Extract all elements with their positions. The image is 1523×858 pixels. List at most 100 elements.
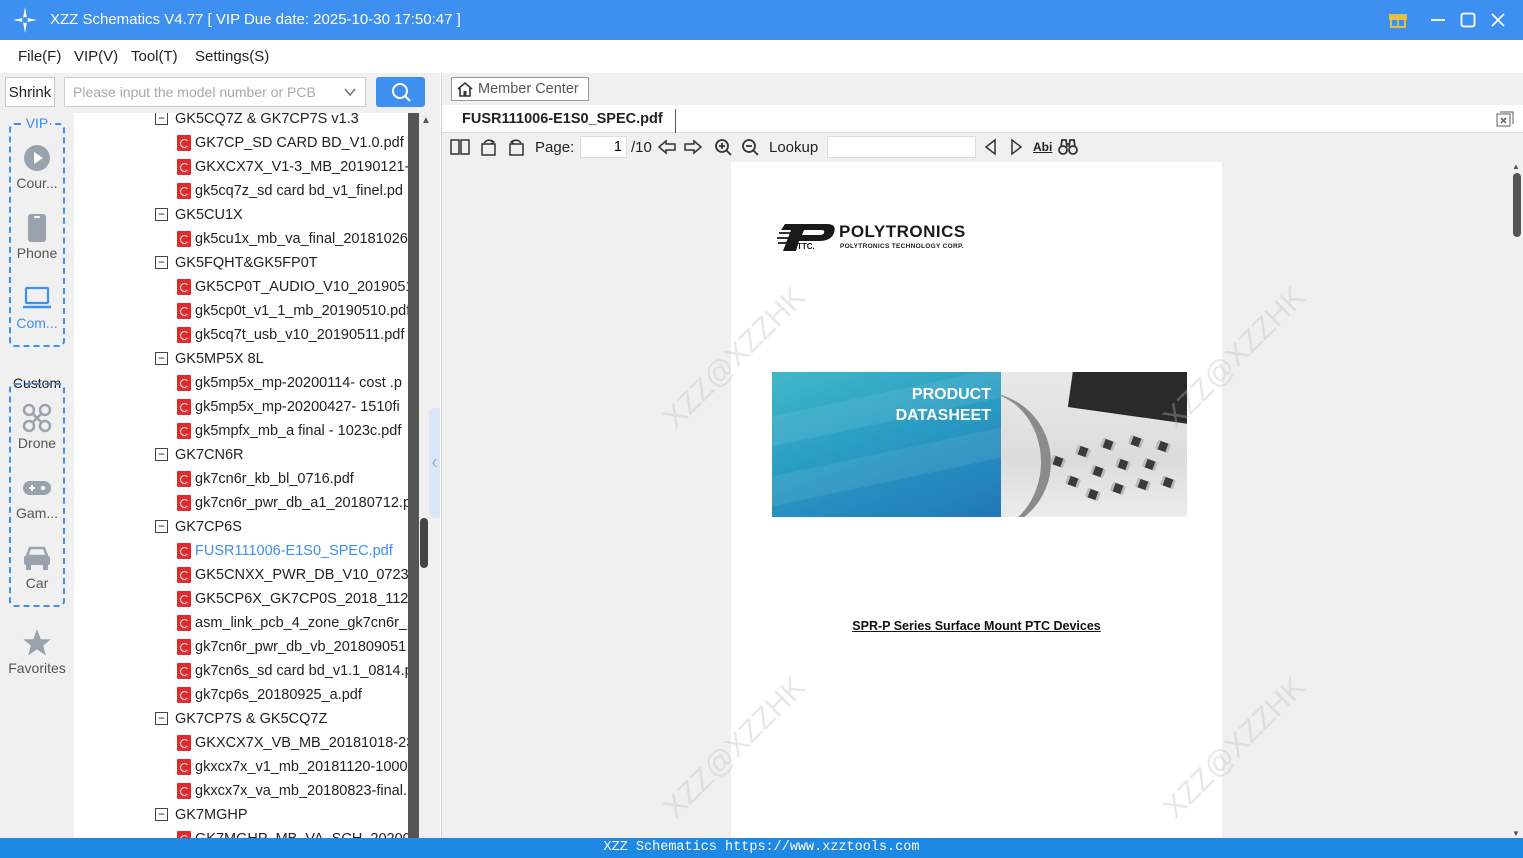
tree-file[interactable]: gk7cn6s_sd card bd_v1.1_0814.p — [74, 659, 408, 683]
rotate-left-icon[interactable] — [479, 138, 499, 156]
tree-file[interactable]: GK7CP_SD CARD BD_V1.0.pdf — [74, 131, 408, 155]
viewer-scrollbar[interactable]: ▲ ▼ — [1510, 161, 1523, 838]
tree-file[interactable]: GKXCX7X_VB_MB_20181018-230 — [74, 731, 408, 755]
maximize-button[interactable] — [1456, 8, 1480, 32]
close-tab-icon[interactable] — [1496, 111, 1514, 127]
binoculars-icon[interactable] — [1058, 138, 1078, 156]
tree-file[interactable]: gk5cu1x_mb_va_final_20181026 — [74, 227, 408, 251]
tree-file[interactable]: FUSR111006-E1S0_SPEC.pdf — [74, 539, 408, 563]
tree-file[interactable]: gk7cn6r_pwr_db_vb_201809051 — [74, 635, 408, 659]
page-number-input[interactable] — [580, 136, 627, 158]
tree-file-label: gkxcx7x_va_mb_20180823-final. — [195, 783, 407, 799]
category-car[interactable]: Car — [0, 543, 74, 591]
category-label: Favorites — [8, 660, 66, 676]
lookup-input[interactable] — [827, 136, 976, 158]
category-phone[interactable]: Phone — [0, 213, 74, 261]
tree-group[interactable]: − GK5CQ7Z & GK7CP7S v1.3 — [74, 113, 408, 131]
zoom-in-icon[interactable] — [714, 138, 734, 156]
viewer-scroll-thumb[interactable] — [1513, 173, 1521, 237]
tree-file[interactable]: GK5CNXX_PWR_DB_V10_0723_1 — [74, 563, 408, 587]
collapse-toggle-icon[interactable]: − — [155, 208, 168, 221]
close-button[interactable] — [1486, 8, 1510, 32]
tree-group[interactable]: − GK7MGHP — [74, 803, 408, 827]
document-tab[interactable]: FUSR111006-E1S0_SPEC.pdf — [450, 109, 676, 133]
scroll-down-icon[interactable]: ▼ — [1512, 829, 1520, 838]
gamepad-icon — [23, 481, 51, 495]
collapse-toggle-icon[interactable]: − — [155, 448, 168, 461]
scroll-up-icon[interactable]: ▲ — [421, 115, 431, 126]
category-label: Gam... — [15, 505, 58, 521]
category-game[interactable]: Gam... — [0, 473, 74, 521]
menu-file[interactable]: File(F) — [18, 48, 61, 65]
star-icon — [23, 629, 51, 656]
category-computer[interactable]: Com... — [0, 283, 74, 331]
tree-scroll-thumb[interactable] — [420, 518, 428, 568]
menu-settings[interactable]: Settings(S) — [195, 48, 269, 65]
zoom-out-icon[interactable] — [741, 138, 761, 156]
category-favorites[interactable]: Favorites — [0, 628, 74, 676]
collapse-toggle-icon[interactable]: − — [155, 808, 168, 821]
tree-file[interactable]: gk5cq7z_sd card bd_v1_finel.pd — [74, 179, 408, 203]
pdf-file-icon — [177, 375, 191, 391]
page-label: Page: — [535, 139, 575, 156]
tree-group[interactable]: − GK5MP5X 8L — [74, 347, 408, 371]
tree-file[interactable]: asm_link_pcb_4_zone_gk7cn6r_2 — [74, 611, 408, 635]
tree-file[interactable]: GK5CP0T_AUDIO_V10_20190514 — [74, 275, 408, 299]
tree-file[interactable]: gk7cp6s_20180925_a.pdf — [74, 683, 408, 707]
tree-file[interactable]: gk5mp5x_mp-20200427- 1510fi — [74, 395, 408, 419]
scroll-up-icon[interactable]: ▲ — [1512, 162, 1520, 171]
match-case-button[interactable]: Abi — [1033, 140, 1052, 154]
tree-file[interactable]: GKXCX7X_V1-3_MB_20190121-F — [74, 155, 408, 179]
tree-file[interactable]: gkxcx7x_va_mb_20180823-final. — [74, 779, 408, 803]
tree-file[interactable]: gkxcx7x_v1_mb_20181120-1000 — [74, 755, 408, 779]
shrink-button[interactable]: Shrink — [5, 77, 55, 107]
tree-file[interactable]: gk7cn6r_pwr_db_a1_20180712.p — [74, 491, 408, 515]
rotate-right-icon[interactable] — [506, 138, 526, 156]
pdf-viewer[interactable]: TTC. POLYTRONICS POLYTRONICS TECHNOLOGY … — [442, 161, 1510, 838]
previous-page-icon[interactable] — [657, 138, 677, 156]
banner-line-2: DATASHEET — [895, 407, 991, 424]
category-courses[interactable]: Cour... — [0, 143, 74, 191]
member-center-button[interactable]: Member Center — [451, 77, 589, 101]
pdf-file-icon — [177, 615, 191, 631]
tree-file-label: gk7cp6s_20180925_a.pdf — [195, 687, 362, 703]
category-drone[interactable]: Drone — [0, 403, 74, 451]
chevron-down-icon[interactable] — [343, 85, 357, 102]
minimize-button[interactable] — [1426, 8, 1450, 32]
tree-file-label: gk7cn6r_pwr_db_a1_20180712.p — [195, 495, 408, 511]
tree-file-label: gk7cn6s_sd card bd_v1.1_0814.p — [195, 663, 408, 679]
tree-file[interactable]: gk5mpfx_mb_a final - 1023c.pdf — [74, 419, 408, 443]
tree-file[interactable]: gk5mp5x_mp-20200114- cost .p — [74, 371, 408, 395]
tree-file-label: GK7CP_SD CARD BD_V1.0.pdf — [195, 135, 404, 151]
tree-file[interactable]: gk5cp0t_v1_1_mb_20190510.pdf — [74, 299, 408, 323]
search-button[interactable] — [376, 77, 425, 107]
search-input[interactable] — [65, 78, 335, 106]
app-logo-icon — [13, 7, 37, 33]
find-previous-icon[interactable] — [981, 138, 1001, 156]
phone-icon — [28, 214, 46, 242]
tree-group[interactable]: − GK5FQHT&GK5FP0T — [74, 251, 408, 275]
menu-vip[interactable]: VIP(V) — [74, 48, 118, 65]
find-next-icon[interactable] — [1006, 138, 1026, 156]
collapse-toggle-icon[interactable]: − — [155, 113, 168, 125]
status-bar: XZZ Schematics https://www.xzztools.com — [0, 838, 1523, 858]
collapse-toggle-icon[interactable]: − — [155, 256, 168, 269]
tree-file[interactable]: GK7MGHP_MB_VA_SCH_20200 — [74, 827, 408, 838]
tree-group[interactable]: − GK7CP7S & GK5CQ7Z — [74, 707, 408, 731]
pdf-file-icon — [177, 279, 191, 295]
gift-icon[interactable] — [1386, 8, 1410, 32]
two-page-view-icon[interactable] — [450, 138, 470, 156]
next-page-icon[interactable] — [683, 138, 703, 156]
tree-file-label: gk5mpfx_mb_a final - 1023c.pdf — [195, 423, 402, 439]
tree-group[interactable]: − GK7CN6R — [74, 443, 408, 467]
collapse-toggle-icon[interactable]: − — [155, 352, 168, 365]
collapse-toggle-icon[interactable]: − — [155, 520, 168, 533]
menu-tool[interactable]: Tool(T) — [131, 48, 178, 65]
tree-group[interactable]: − GK5CU1X — [74, 203, 408, 227]
tree-file[interactable]: gk7cn6r_kb_bl_0716.pdf — [74, 467, 408, 491]
collapse-toggle-icon[interactable]: − — [155, 712, 168, 725]
tree-file[interactable]: GK5CP6X_GK7CP0S_2018_1121.p — [74, 587, 408, 611]
tree-group[interactable]: − GK7CP6S — [74, 515, 408, 539]
collapse-panel-handle[interactable] — [429, 408, 440, 518]
tree-file[interactable]: gk5cq7t_usb_v10_20190511.pdf — [74, 323, 408, 347]
